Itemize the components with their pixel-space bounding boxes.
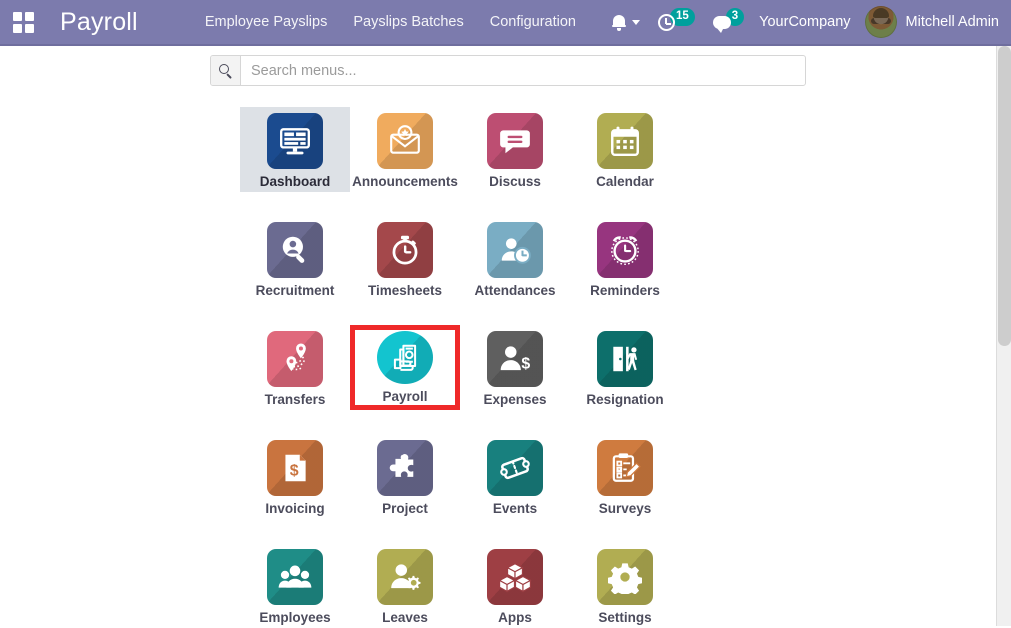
app-tile-dashboard[interactable]: Dashboard [240,107,350,192]
app-label: Surveys [598,501,652,516]
app-label: Project [382,501,428,516]
app-label: Employees [259,610,331,625]
app-tile-surveys[interactable]: Surveys [570,434,680,519]
app-tile-payroll[interactable]: Payroll [350,325,460,410]
search-bar[interactable] [210,55,806,86]
user-name-label: Mitchell Admin [905,14,999,30]
clock-icon [657,13,675,31]
person-dollar-icon: $ [487,331,543,387]
company-switcher[interactable]: YourCompany [753,14,860,30]
search-input[interactable] [241,56,805,85]
grid-apps-icon [12,11,34,33]
app-tile-employees[interactable]: Employees [240,543,350,628]
invoice-dollar-icon: $ [267,440,323,496]
people-group-icon [267,549,323,605]
notifications-button[interactable] [603,14,649,31]
app-tile-recruitment[interactable]: Recruitment [240,216,350,301]
user-menu[interactable]: Mitchell Admin [861,6,999,38]
app-label: Timesheets [367,283,443,298]
app-label: Settings [598,610,652,625]
alarm-clock-icon [597,222,653,278]
app-tile-settings[interactable]: Settings [570,543,680,628]
speech-bubble-icon [487,113,543,169]
person-gear-icon [377,549,433,605]
app-label: Payroll [382,389,428,405]
app-label: Events [492,501,538,516]
gear-icon [597,549,653,605]
app-label: Recruitment [255,283,335,298]
menu-item-payslips-batches[interactable]: Payslips Batches [340,1,476,43]
apps-menu-toggle[interactable] [0,0,46,45]
door-exit-icon [597,331,653,387]
scrollbar-thumb[interactable] [998,46,1011,346]
envelope-star-icon [377,113,433,169]
bell-icon [611,14,626,31]
puzzle-piece-icon [377,440,433,496]
stopwatch-icon [377,222,433,278]
app-tile-reminders[interactable]: Reminders [570,216,680,301]
chat-icon [712,15,731,33]
activities-button[interactable]: 15 [649,7,704,31]
app-label: Leaves [382,610,428,625]
app-tile-resignation[interactable]: Resignation [570,325,680,410]
magnifier-person-icon [267,222,323,278]
app-label: Apps [498,610,532,625]
app-label: Resignation [586,392,664,407]
apps-grid: Dashboard Announcements Discuss Calendar Rec… [240,107,780,628]
app-label: Announcements [352,174,458,189]
app-label: Transfers [264,392,326,407]
app-tile-leaves[interactable]: Leaves [350,543,460,628]
map-pins-route-icon [267,331,323,387]
boxes-icon [487,549,543,605]
ticket-icon [487,440,543,496]
app-tile-discuss[interactable]: Discuss [460,107,570,192]
app-tile-expenses[interactable]: $ Expenses [460,325,570,410]
search-icon-container[interactable] [211,56,241,85]
page-title: Payroll [60,7,138,36]
app-tile-invoicing[interactable]: $ Invoicing [240,434,350,519]
app-tile-transfers[interactable]: Transfers [240,325,350,410]
monitor-dashboard-icon [267,113,323,169]
main-menu: Employee Payslips Payslips Batches Confi… [192,1,589,43]
app-label: Expenses [483,392,547,407]
navbar-right-tools: 15 3 YourCompany Mitchell Admin [603,6,1011,38]
app-tile-project[interactable]: Project [350,434,460,519]
svg-text:$: $ [290,462,299,479]
app-tile-events[interactable]: Events [460,434,570,519]
person-clock-icon [487,222,543,278]
money-payslip-icon [377,331,433,385]
search-icon [218,63,233,78]
app-label: Discuss [489,174,541,189]
app-label: Attendances [474,283,556,298]
app-tile-apps[interactable]: Apps [460,543,570,628]
clipboard-pencil-icon [597,440,653,496]
avatar [864,6,897,38]
content-area: Dashboard Announcements Discuss Calendar Rec… [0,46,996,626]
svg-text:$: $ [521,356,530,373]
app-label: Reminders [590,283,660,298]
app-label: Calendar [596,174,654,189]
app-tile-calendar[interactable]: Calendar [570,107,680,192]
messaging-button[interactable]: 3 [704,7,753,33]
app-label: Dashboard [259,174,331,189]
calendar-icon [597,113,653,169]
menu-item-configuration[interactable]: Configuration [477,1,589,43]
chevron-down-icon [631,19,640,25]
vertical-scrollbar[interactable] [996,46,1011,626]
app-label: Invoicing [265,501,325,516]
top-navbar: Payroll Employee Payslips Payslips Batch… [0,0,1011,46]
app-tile-timesheets[interactable]: Timesheets [350,216,460,301]
app-tile-announcements[interactable]: Announcements [350,107,460,192]
app-tile-attendances[interactable]: Attendances [460,216,570,301]
menu-item-employee-payslips[interactable]: Employee Payslips [192,1,341,43]
